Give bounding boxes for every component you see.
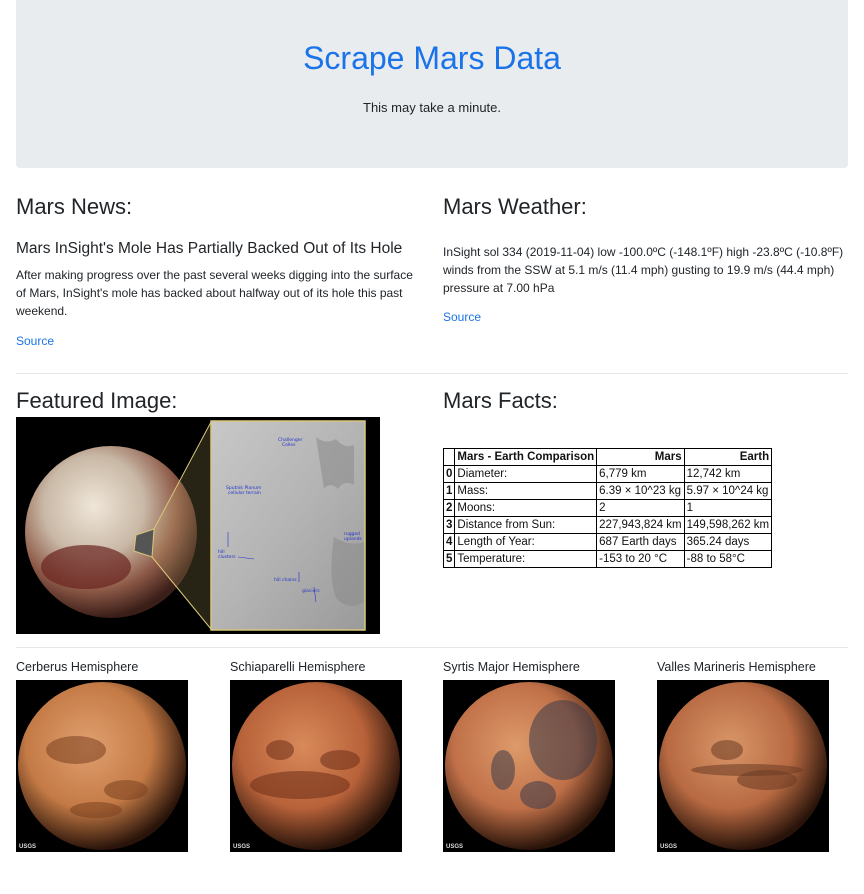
row-earth: 5.97 × 10^24 kg [683,482,773,500]
hemisphere-title-valles-marineris: Valles Marineris Hemisphere [657,660,816,674]
surface-feature [711,740,743,760]
row-earth: 149,598,262 km [683,516,773,534]
hemisphere-title-cerberus: Cerberus Hemisphere [16,660,139,674]
facts-table: Mars - Earth Comparison Mars Earth 0 Dia… [442,448,773,568]
row-mars: 2 [596,499,685,517]
row-index: 3 [442,516,456,534]
facts-col-index [442,448,456,466]
mars-globe [443,680,615,852]
featured-image[interactable]: Challenger Colles Sputnik Planum cellular … [16,417,380,634]
surface-feature [320,750,360,770]
usgs-logo: USGS [446,844,464,850]
mars-globe [16,680,188,852]
svg-text:hill chains: hill chains [274,577,297,583]
facts-header-row: Mars - Earth Comparison Mars Earth [442,448,773,466]
facts-col-mars: Mars [596,448,685,466]
news-title: Mars InSight's Mole Has Partially Backed… [16,240,403,257]
row-earth: 12,742 km [683,465,773,483]
row-index: 0 [442,465,456,483]
surface-feature [491,750,515,790]
hemisphere-image-schiaparelli[interactable]: USGS [230,680,402,852]
table-row: 0 Diameter: 6,779 km 12,742 km [442,465,773,483]
news-body: After making progress over the past seve… [16,268,413,318]
weather-source-link[interactable]: Source [443,310,481,324]
surface-feature [529,700,597,780]
news-heading: Mars News: [16,194,133,219]
row-earth: 1 [683,499,773,517]
facts-heading: Mars Facts: [443,388,558,413]
row-label: Mass: [454,482,598,500]
row-earth: 365.24 days [683,533,773,551]
table-row: 1 Mass: 6.39 × 10^23 kg 5.97 × 10^24 kg [442,482,773,500]
row-mars: 687 Earth days [596,533,685,551]
usgs-logo: USGS [233,844,251,850]
surface-feature [737,770,797,790]
hemisphere-title-schiaparelli: Schiaparelli Hemisphere [230,660,366,674]
mars-globe [230,680,402,852]
weather-text: InSight sol 334 (2019-11-04) low -100.0º… [443,245,844,295]
usgs-logo: USGS [19,844,37,850]
row-index: 5 [442,550,456,568]
news-source-link[interactable]: Source [16,334,54,348]
hemisphere-title-syrtis-major: Syrtis Major Hemisphere [443,660,580,674]
surface-feature [46,736,106,764]
row-label: Diameter: [454,465,598,483]
hemisphere-image-cerberus[interactable]: USGS [16,680,188,852]
table-row: 3 Distance from Sun: 227,943,824 km 149,… [442,516,773,534]
divider [16,373,848,374]
row-mars: 6.39 × 10^23 kg [596,482,685,500]
table-row: 2 Moons: 2 1 [442,499,773,517]
page-title: Scrape Mars Data [303,40,561,76]
mars-globe [657,680,829,852]
row-mars: 227,943,824 km [596,516,685,534]
row-index: 2 [442,499,456,517]
row-index: 1 [442,482,456,500]
row-mars: -153 to 20 °C [596,550,685,568]
jumbotron: Scrape Mars Data This may take a minute. [16,0,848,168]
featured-image-graphic: ChallengerColles Sputnik Planumcellular … [16,417,380,634]
row-label: Moons: [454,499,598,517]
facts-col-description: Mars - Earth Comparison [454,448,598,466]
table-row: 4 Length of Year: 687 Earth days 365.24 … [442,533,773,551]
usgs-logo: USGS [660,844,678,850]
svg-text:Colles: Colles [282,442,296,448]
page-subtitle: This may take a minute. [363,100,501,115]
row-label: Temperature: [454,550,598,568]
facts-col-earth: Earth [683,448,773,466]
surface-feature [70,802,122,818]
svg-text:cellular terrain: cellular terrain [228,490,261,496]
weather-heading: Mars Weather: [443,194,587,219]
row-label: Length of Year: [454,533,598,551]
hemisphere-image-syrtis-major[interactable]: USGS [443,680,615,852]
svg-text:uplands: uplands [344,536,362,542]
row-earth: -88 to 58°C [683,550,773,568]
surface-feature [250,771,350,799]
surface-feature [266,740,294,760]
surface-feature [104,780,148,800]
table-row: 5 Temperature: -153 to 20 °C -88 to 58°C [442,550,773,568]
svg-text:clusters: clusters [218,554,236,560]
row-mars: 6,779 km [596,465,685,483]
svg-text:glaciers: glaciers [302,588,320,594]
featured-heading: Featured Image: [16,388,178,413]
row-index: 4 [442,533,456,551]
row-label: Distance from Sun: [454,516,598,534]
hemisphere-image-valles-marineris[interactable]: USGS [657,680,829,852]
surface-feature [520,781,556,809]
divider [16,647,848,648]
